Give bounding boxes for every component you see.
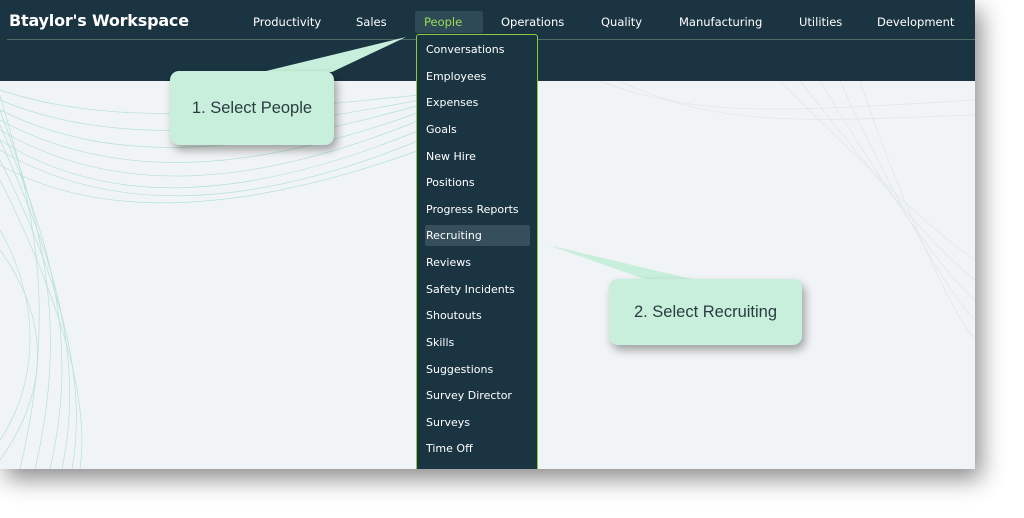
callout-step2: 2. Select Recruiting <box>609 279 802 345</box>
app-window: Btaylor's Workspace Productivity Sales P… <box>0 0 975 469</box>
callout-step1: 1. Select People <box>170 71 334 145</box>
callout-step1-text: 1. Select People <box>191 98 313 117</box>
callout-pointers <box>262 37 700 281</box>
callout-step1-pointer <box>262 37 406 72</box>
callout-step2-text: 2. Select Recruiting <box>633 302 778 321</box>
callout-step2-pointer <box>548 245 700 281</box>
